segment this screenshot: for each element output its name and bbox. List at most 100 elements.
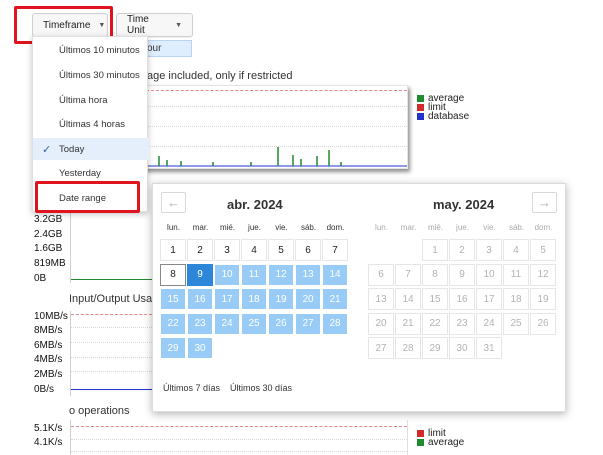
calendar-day[interactable]: 2 bbox=[187, 239, 213, 261]
next-month-button[interactable]: → bbox=[532, 192, 557, 213]
calendar-day[interactable]: 4 bbox=[241, 239, 267, 261]
calendar-day[interactable]: 19 bbox=[268, 288, 294, 310]
legend-swatch bbox=[417, 104, 424, 111]
chart3-title: Input/Output Usag bbox=[69, 293, 159, 305]
timeunit-button[interactable]: Time Unit ▼ bbox=[116, 13, 193, 37]
weekday-header: lun. bbox=[375, 223, 388, 232]
menu-item-today[interactable]: ✓ Today bbox=[33, 138, 149, 160]
calendar-day: 2 bbox=[449, 239, 475, 261]
weekday-header: vie. bbox=[275, 223, 288, 232]
chart4-legend: limit average bbox=[417, 429, 464, 448]
legend-item: database bbox=[417, 112, 469, 122]
calendar-day[interactable]: 15 bbox=[160, 288, 186, 310]
grid-line bbox=[71, 342, 152, 343]
menu-item-last-4-hours[interactable]: Últimas 4 horas bbox=[33, 113, 149, 135]
caret-down-icon: ▼ bbox=[98, 21, 106, 29]
arrow-right-icon: → bbox=[538, 195, 551, 210]
menu-item-last-30-minutes[interactable]: Últimos 30 minutos bbox=[33, 64, 149, 86]
timeframe-menu: Últimos 10 minutos Últimos 30 minutos Úl… bbox=[32, 36, 149, 212]
calendar-day[interactable]: 18 bbox=[241, 288, 267, 310]
menu-item-last-10-minutes[interactable]: Últimos 10 minutos bbox=[33, 39, 149, 61]
caret-down-icon: ▼ bbox=[175, 21, 182, 29]
calendar-day: 27 bbox=[368, 337, 394, 359]
calendar-day: 28 bbox=[395, 337, 421, 359]
calendar-day: 23 bbox=[449, 312, 475, 335]
calendar-day[interactable]: 1 bbox=[160, 239, 186, 261]
calendar-day: 24 bbox=[476, 312, 502, 335]
weekday-header: dom. bbox=[534, 223, 553, 232]
timeframe-button[interactable]: Timeframe ▼ bbox=[32, 13, 108, 37]
calendar-day: 30 bbox=[449, 337, 475, 359]
calendar-day[interactable]: 24 bbox=[214, 312, 240, 335]
calendar-day[interactable]: 16 bbox=[187, 288, 213, 310]
database-line bbox=[71, 389, 152, 390]
calendar-day[interactable]: 22 bbox=[160, 312, 186, 335]
calendar-day: 3 bbox=[476, 239, 502, 261]
y-axis-label: 10MB/s bbox=[34, 311, 68, 322]
menu-item-date-range[interactable]: Date range bbox=[33, 187, 149, 209]
calendar-day[interactable]: 23 bbox=[187, 312, 213, 335]
y-axis-label: 5.1K/s bbox=[34, 423, 63, 434]
calendar-day[interactable]: 28 bbox=[322, 312, 348, 335]
calendar-day[interactable]: 21 bbox=[322, 288, 348, 310]
arrow-left-icon: ← bbox=[167, 195, 180, 210]
calendar-day[interactable]: 27 bbox=[295, 312, 321, 335]
calendar-day[interactable]: 3 bbox=[214, 239, 240, 261]
calendar-day: 4 bbox=[503, 239, 529, 261]
calendar-day[interactable]: 9 bbox=[187, 263, 213, 286]
prev-month-button[interactable]: ← bbox=[161, 192, 186, 213]
calendar-day[interactable]: 20 bbox=[295, 288, 321, 310]
calendar-day: 29 bbox=[422, 337, 448, 359]
grid-line bbox=[71, 371, 152, 372]
calendar-day: 22 bbox=[422, 312, 448, 335]
average-line bbox=[71, 279, 152, 280]
legend-item: average bbox=[417, 438, 464, 448]
weekday-header: jue. bbox=[456, 223, 469, 232]
weekday-header: mar. bbox=[400, 223, 417, 232]
calendar-day[interactable]: 8 bbox=[160, 263, 186, 286]
calendar-day[interactable]: 30 bbox=[187, 337, 213, 359]
calendar-day[interactable]: 26 bbox=[268, 312, 294, 335]
grid-line bbox=[71, 439, 407, 440]
weekday-header: dom. bbox=[326, 223, 345, 232]
calendar-day: 26 bbox=[530, 312, 556, 335]
calendar-day[interactable]: 14 bbox=[322, 263, 348, 286]
limit-line bbox=[71, 426, 407, 427]
calendar-day[interactable]: 10 bbox=[214, 263, 240, 286]
calendar-day[interactable]: 29 bbox=[160, 337, 186, 359]
calendar-day[interactable]: 6 bbox=[295, 239, 321, 261]
chart1-plot bbox=[141, 147, 407, 167]
weekday-header: mié. bbox=[219, 223, 236, 232]
calendar-day: 1 bbox=[422, 239, 448, 261]
calendar-day[interactable]: 17 bbox=[214, 288, 240, 310]
calendar-day: 6 bbox=[368, 263, 394, 286]
calendar-day[interactable]: 13 bbox=[295, 263, 321, 286]
menu-item-last-hour[interactable]: Última hora bbox=[33, 89, 149, 111]
calendar-day[interactable]: 7 bbox=[322, 239, 348, 261]
timeunit-button-label: Time Unit bbox=[127, 14, 149, 36]
may-month-title: may. 2024 bbox=[433, 197, 495, 212]
menu-item-label: Última hora bbox=[59, 94, 108, 106]
y-axis-label: 2.4GB bbox=[34, 229, 63, 240]
menu-item-yesterday[interactable]: Yesterday bbox=[33, 162, 149, 184]
calendar-day: 15 bbox=[422, 288, 448, 310]
grid-line bbox=[71, 327, 152, 328]
grid-line bbox=[71, 357, 152, 358]
limit-line bbox=[71, 314, 152, 315]
calendar-day[interactable]: 11 bbox=[241, 263, 267, 286]
menu-item-label: Yesterday bbox=[59, 167, 101, 179]
y-axis-label: 0B/s bbox=[34, 384, 55, 395]
calendar-day[interactable]: 12 bbox=[268, 263, 294, 286]
calendar-day: 31 bbox=[476, 337, 502, 359]
calendar-day[interactable]: 5 bbox=[268, 239, 294, 261]
chart4-title: o operations bbox=[69, 405, 130, 417]
quick-range-last-7-days[interactable]: Últimos 7 días bbox=[163, 383, 220, 393]
weekday-header: lun. bbox=[167, 223, 180, 232]
y-axis-label: 4.1K/s bbox=[34, 437, 63, 448]
quick-range-last-30-days[interactable]: Últimos 30 días bbox=[230, 383, 292, 393]
calendar-day: 17 bbox=[476, 288, 502, 310]
april-month-title: abr. 2024 bbox=[227, 197, 283, 212]
calendar-day[interactable]: 25 bbox=[241, 312, 267, 335]
legend-swatch bbox=[417, 439, 424, 446]
chart1-panel bbox=[140, 85, 408, 169]
